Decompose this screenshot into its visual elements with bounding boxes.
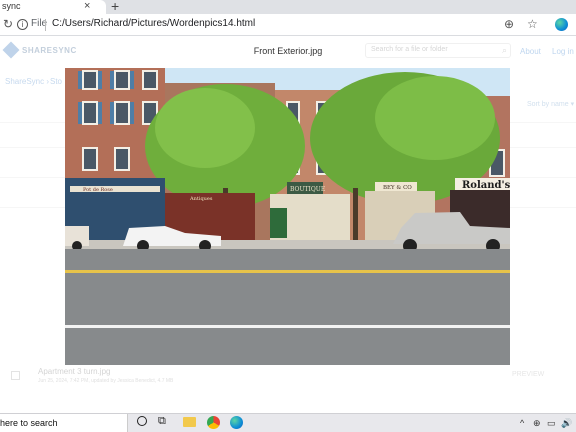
network-icon[interactable]: ⊕ [533,418,541,429]
info-icon[interactable]: i [17,19,28,30]
file-meta: Jun 25, 2024, 7:42 PM, updated by Jessic… [38,378,174,384]
volume-icon[interactable]: 🔊 [561,418,572,429]
sort-dropdown[interactable]: Sort by name ▾ [527,100,574,108]
refresh-icon[interactable]: ↻ [3,17,13,31]
taskbar-search-input[interactable]: here to search [0,414,128,432]
road [65,249,510,365]
browser-tab[interactable]: sync × [0,0,106,14]
shop-sign-beyco: BEY & CO [383,185,412,191]
shop-sign-antiques: Antiques [189,196,213,202]
yellow-center-line [65,270,510,273]
zoom-icon[interactable]: ⊕ [504,17,514,31]
battery-icon[interactable]: ▭ [547,418,556,429]
photo-viewer-image: Pot de Rose Antiques BOUTIQUE BEY & CO R… [65,68,510,365]
file-name: Apartment 3 turn.jpg [38,367,111,376]
task-view-icon[interactable]: ⧉ [158,415,166,428]
shop-sign-boutique: BOUTIQUE [290,186,325,193]
cortana-icon[interactable] [137,416,147,426]
taskbar-search-text: here to search [0,418,58,428]
browser-toolbar: ↻ i File C:/Users/Richard/Pictures/Worde… [0,14,576,36]
white-lane-line [65,325,510,328]
edge-taskbar-icon[interactable] [230,416,243,429]
green-door [270,208,287,238]
favorite-star-icon[interactable]: ☆ [527,17,538,31]
file-explorer-icon[interactable] [183,417,196,427]
breadcrumb-separator: › [46,77,50,86]
tab-close-icon[interactable]: × [84,0,90,12]
address-divider [45,19,46,31]
search-icon[interactable]: ⌕ [502,45,507,56]
breadcrumb-next[interactable]: Sto [50,77,62,86]
preview-button[interactable]: PREVIEW [512,371,544,378]
browser-tab-strip: sync × + [0,0,576,14]
tab-title: sync [2,1,21,11]
browser-profile-icon[interactable] [555,18,568,31]
search-placeholder: Search for a file or folder [371,46,448,53]
file-thumbnail-icon [11,371,20,380]
new-tab-icon[interactable]: + [111,0,119,14]
breadcrumb-root-label: ShareSync [5,77,45,86]
tray-overflow-icon[interactable]: ^ [520,418,524,428]
windows-taskbar: here to search ⧉ ^ ⊕ ▭ 🔊 [0,413,576,432]
breadcrumb-root[interactable]: ShareSync › [5,77,49,86]
address-bar[interactable]: C:/Users/Richard/Pictures/Wordenpics14.h… [52,18,255,29]
chrome-icon[interactable] [207,416,220,429]
about-link[interactable]: About [520,47,541,56]
shop-sign-pot: Pot de Rose [83,187,113,193]
search-input[interactable]: Search for a file or folder ⌕ [365,43,511,58]
list-item[interactable]: Apartment 3 turn.jpg Jun 25, 2024, 7:42 … [0,363,576,393]
shop-sign-rolands: Roland's [462,180,510,191]
login-link[interactable]: Log in [552,47,574,56]
